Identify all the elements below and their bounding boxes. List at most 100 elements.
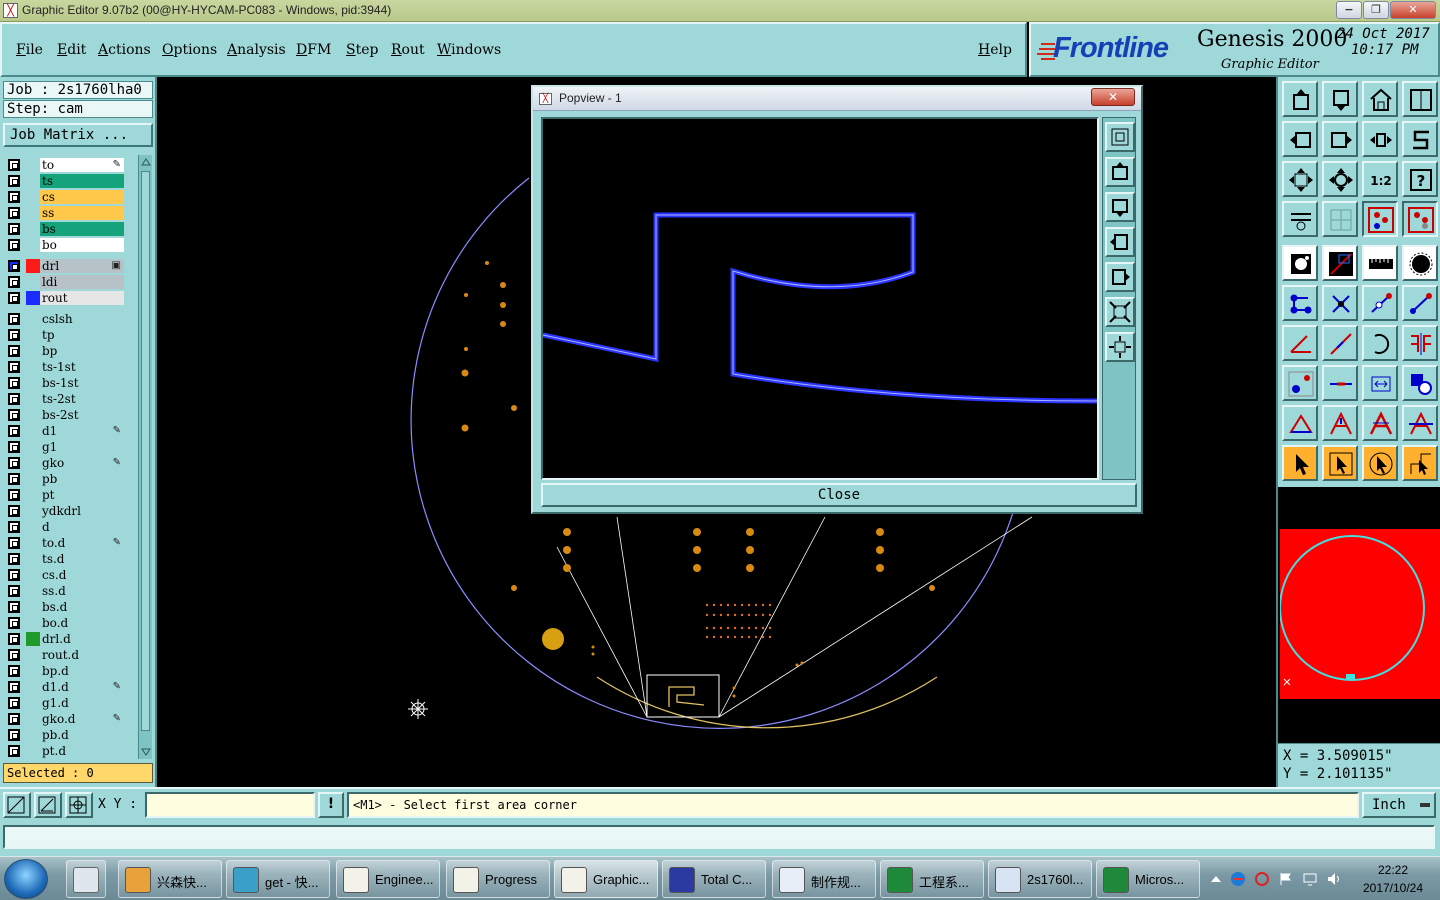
layer-row[interactable]: tp [4, 327, 126, 343]
popview-close-button[interactable]: Close [541, 483, 1137, 507]
layer-row[interactable]: gko.d ✎ [4, 711, 126, 727]
layer-name[interactable]: bs.d [40, 600, 124, 614]
popview-close-x-button[interactable]: ✕ [1091, 88, 1135, 106]
overview-map[interactable] [1279, 529, 1440, 699]
layer-display-checkbox[interactable] [8, 457, 20, 469]
layer-display-checkbox[interactable] [8, 345, 20, 357]
layer-display-checkbox[interactable] [8, 207, 20, 219]
menu-windows[interactable]: Windows [437, 42, 501, 58]
close-window-button[interactable]: ✕ [1390, 1, 1436, 19]
layer-display-checkbox[interactable] [8, 441, 20, 453]
layer-row[interactable]: pb [4, 471, 126, 487]
layer-row[interactable]: bp.d [4, 663, 126, 679]
layer-display-checkbox[interactable] [8, 649, 20, 661]
tool-line-edit[interactable] [1362, 285, 1398, 321]
job-matrix-button[interactable]: Job Matrix ... [3, 123, 153, 147]
layer-display-checkbox[interactable] [8, 159, 20, 171]
layer-row[interactable]: cs.d [4, 567, 126, 583]
tool-select-pointer[interactable] [1282, 445, 1318, 481]
tool-dot[interactable] [1402, 245, 1438, 281]
layer-row[interactable]: gko ✎ [4, 455, 126, 471]
tool-help[interactable]: ? [1402, 161, 1438, 197]
layer-name[interactable]: ldi [40, 275, 124, 289]
layer-affected-indicator[interactable] [26, 424, 40, 438]
taskbar-item[interactable]: Progress [446, 860, 550, 898]
layer-affected-indicator[interactable] [26, 392, 40, 406]
start-button[interactable] [4, 859, 48, 899]
layer-name[interactable]: bs [40, 222, 124, 236]
layer-display-checkbox[interactable] [8, 313, 20, 325]
menu-actions[interactable]: Actions [98, 42, 151, 58]
layer-name[interactable]: g1 [40, 440, 124, 454]
tool-scale-1-2[interactable]: 1:2 [1362, 161, 1398, 197]
tray-security-icon[interactable] [1254, 871, 1270, 887]
layer-display-checkbox[interactable] [8, 633, 20, 645]
layer-display-checkbox[interactable] [8, 729, 20, 741]
scroll-up-icon[interactable] [141, 157, 151, 167]
layer-row[interactable]: g1 [4, 439, 126, 455]
tool-flip[interactable] [1362, 121, 1398, 157]
layer-affected-indicator[interactable] [26, 504, 40, 518]
layer-row[interactable]: drl.d [4, 631, 126, 647]
layer-affected-indicator[interactable] [26, 536, 40, 550]
menu-rout[interactable]: Rout [391, 42, 425, 58]
tool-pan-left[interactable] [1282, 121, 1318, 157]
layer-row[interactable]: bs-1st [4, 375, 126, 391]
taskbar-item[interactable]: get - 快... [226, 860, 330, 898]
tool-intersect[interactable] [1322, 285, 1358, 321]
layer-display-checkbox[interactable] [8, 191, 20, 203]
pv-pan-down-button[interactable] [1105, 192, 1135, 222]
layer-row[interactable]: bs [4, 221, 126, 237]
layer-name[interactable]: bp [40, 344, 124, 358]
layer-row[interactable]: rout [4, 290, 126, 306]
tray-flag-icon[interactable] [1278, 871, 1294, 887]
layer-row[interactable]: drl ▣ [4, 258, 126, 274]
layer-affected-indicator[interactable] [26, 712, 40, 726]
layer-name[interactable]: tp [40, 328, 124, 342]
tool-text-a-2[interactable] [1322, 405, 1358, 441]
menu-step[interactable]: Step [346, 42, 378, 58]
layer-display-checkbox[interactable] [8, 553, 20, 565]
layer-name[interactable]: to ✎ [40, 158, 124, 172]
tool-slant-line[interactable] [1322, 325, 1358, 361]
layer-affected-indicator[interactable] [26, 440, 40, 454]
grid-mode-button[interactable] [65, 792, 93, 818]
layer-affected-indicator[interactable] [26, 344, 40, 358]
layer-display-checkbox[interactable] [8, 223, 20, 235]
layer-row[interactable]: pt.d [4, 743, 126, 759]
tool-pad[interactable] [1282, 245, 1318, 281]
tool-angle[interactable] [1282, 325, 1318, 361]
layer-display-checkbox[interactable] [8, 239, 20, 251]
tool-text-a-4[interactable] [1402, 405, 1438, 441]
layer-name[interactable]: bs-2st [40, 408, 124, 422]
layer-affected-indicator[interactable] [26, 744, 40, 758]
layer-row[interactable]: rout.d [4, 647, 126, 663]
layer-affected-indicator[interactable] [26, 552, 40, 566]
layer-affected-indicator[interactable] [26, 696, 40, 710]
layer-row[interactable]: ydkdrl [4, 503, 126, 519]
layer-name[interactable]: ts [40, 174, 124, 188]
layer-affected-indicator[interactable] [26, 600, 40, 614]
layer-display-checkbox[interactable] [8, 473, 20, 485]
tool-mirror[interactable] [1402, 325, 1438, 361]
tool-move[interactable] [1282, 365, 1318, 401]
overview-panel[interactable] [1276, 487, 1440, 743]
layer-affected-indicator[interactable] [26, 312, 40, 326]
layer-affected-indicator[interactable] [26, 206, 40, 220]
popview-title-bar[interactable]: ╳ Popview - 1 ✕ [533, 87, 1141, 111]
app-icon[interactable]: ╳ [3, 3, 18, 18]
layer-display-checkbox[interactable] [8, 585, 20, 597]
layer-affected-indicator[interactable] [26, 328, 40, 342]
layer-row[interactable]: d1.d ✎ [4, 679, 126, 695]
scroll-thumb[interactable] [141, 171, 150, 731]
layer-affected-indicator[interactable] [26, 456, 40, 470]
layer-name[interactable]: cslsh [40, 312, 124, 326]
layer-affected-indicator[interactable] [26, 648, 40, 662]
clock-date[interactable]: 2017/10/24 [1350, 881, 1436, 895]
tool-zoom-fit[interactable] [1282, 161, 1318, 197]
tool-route[interactable] [1402, 121, 1438, 157]
layer-row[interactable]: g1.d [4, 695, 126, 711]
units-dropdown[interactable]: Inch [1362, 792, 1436, 818]
pv-zoom-in-button[interactable] [1105, 297, 1135, 327]
tool-split-view[interactable] [1402, 81, 1438, 117]
